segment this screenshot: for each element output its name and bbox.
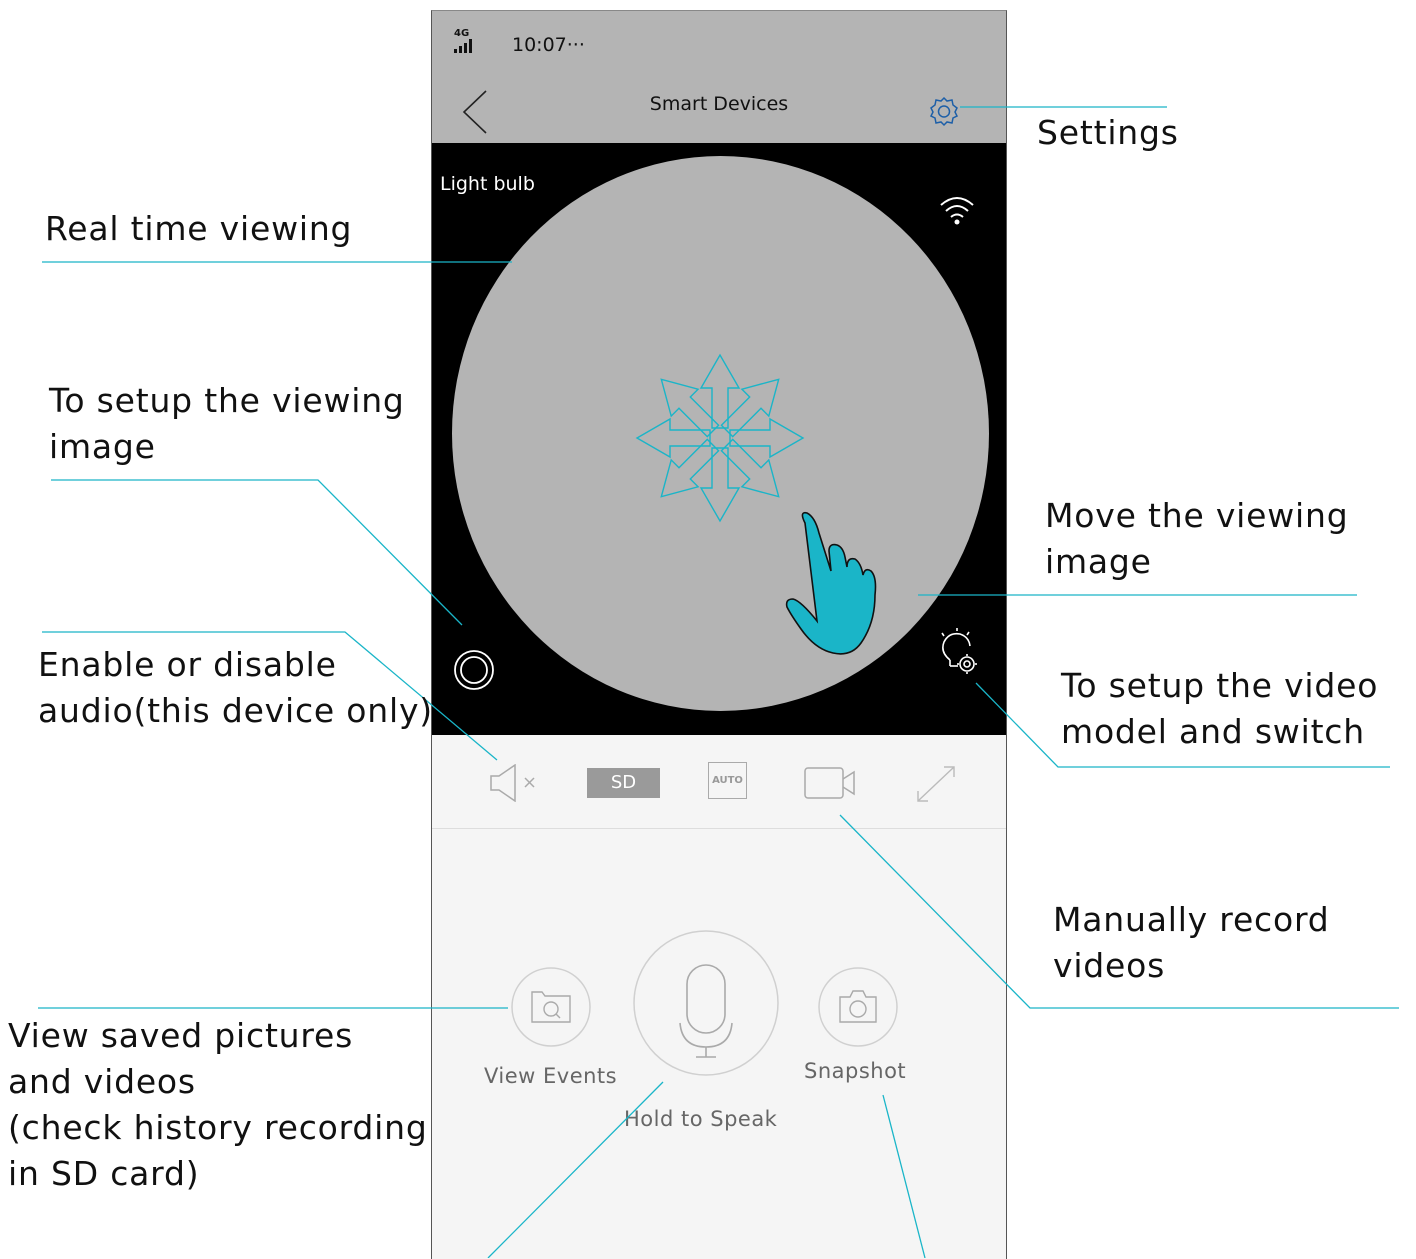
callout-real-time: Real time viewing <box>45 209 353 248</box>
callout-line: To setup the video <box>1061 666 1379 705</box>
callout-line: in SD card) <box>8 1154 200 1193</box>
callout-move: Move the viewing image <box>1045 493 1348 585</box>
callout-line: and videos <box>8 1062 196 1101</box>
callout-line: (check history recording <box>8 1108 428 1147</box>
callout-settings: Settings <box>1037 113 1179 152</box>
callout-line: videos <box>1053 946 1166 985</box>
callout-audio: Enable or disable audio(this device only… <box>38 642 433 734</box>
callout-setup-image: To setup the viewing image <box>49 378 405 470</box>
callout-record: Manually record videos <box>1053 897 1330 989</box>
callout-line: Enable or disable <box>38 645 337 684</box>
callout-line: Move the viewing <box>1045 496 1349 535</box>
callout-line: image <box>1045 542 1152 581</box>
callout-saved: View saved pictures and videos (check hi… <box>8 1013 428 1197</box>
callout-line: audio(this device only) <box>38 691 433 730</box>
callout-line: model and switch <box>1061 712 1365 751</box>
callout-video-model: To setup the video model and switch <box>1061 663 1378 755</box>
callout-line: image <box>49 427 156 466</box>
callout-line: To setup the viewing <box>49 381 405 420</box>
callout-line: View saved pictures <box>8 1016 354 1055</box>
callout-line: Manually record <box>1053 900 1330 939</box>
